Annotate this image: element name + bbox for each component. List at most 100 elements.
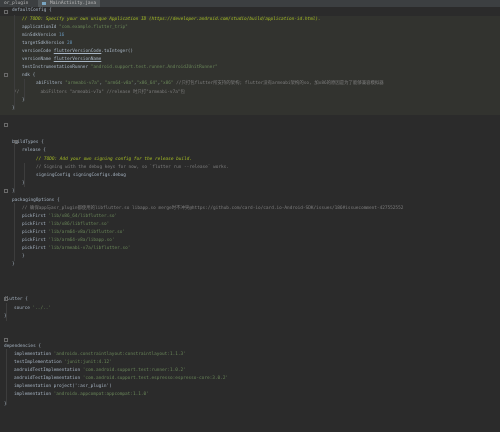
code-line[interactable]: signingConfig signingConfigs.debug <box>36 172 126 180</box>
code-token: // TODO: Add your own signing config for… <box>36 157 192 162</box>
code-line[interactable]: pickFirst 'lib/arm64-v8a/libflutter.so' <box>22 229 125 237</box>
code-line[interactable]: abiFilters "armeabi-v7a", "arm64-v8a","x… <box>36 80 384 88</box>
code-line[interactable]: } <box>12 261 15 269</box>
code-line[interactable]: // TODO: Add your own signing config for… <box>36 156 192 164</box>
code-line[interactable]: androidTestImplementation 'com.android.s… <box>14 367 186 375</box>
code-line[interactable]: implementation 'androidx.appcompat:appco… <box>14 391 149 399</box>
code-line[interactable]: androidTestImplementation 'com.android.s… <box>14 375 228 383</box>
code-token: project(':asr_plugin') <box>53 384 112 389</box>
code-token: pickFirst <box>22 246 49 251</box>
code-line[interactable]: // Signing with the debug keys for now, … <box>36 164 229 172</box>
code-token: signingConfig <box>36 173 74 178</box>
code-line[interactable]: implementation 'androidx.constraintlayou… <box>14 351 186 359</box>
code-token: ndk { <box>22 73 36 78</box>
indent-guide <box>14 143 15 193</box>
code-token: 'androidx.constraintlayout:constraintlay… <box>53 352 186 357</box>
code-token: implementation <box>14 392 54 397</box>
indent-guide <box>14 15 15 110</box>
tab-plugin[interactable]: or_plugin <box>0 0 32 7</box>
code-token: versionCode <box>22 49 54 54</box>
indent-guide <box>14 203 15 261</box>
code-token: // 确保app与asr_plugin都使用的libflutter.so lib… <box>22 206 404 211</box>
code-line[interactable]: defaultConfig { <box>12 7 52 15</box>
code-token: 'androidx.appcompat:appcompat:1.1.0' <box>53 392 149 397</box>
tab-label: MainActivity.java <box>50 1 97 6</box>
code-token: 'lib/x86_64/libflutter.so' <box>48 214 118 219</box>
code-token: defaultConfig { <box>12 8 52 13</box>
code-line[interactable]: source '../..' <box>14 305 51 313</box>
code-token: packagingOptions { <box>12 198 60 203</box>
code-line[interactable]: targetSdkVersion 28 <box>22 40 72 48</box>
code-line[interactable]: // abiFilters "armeabi-v7a" //release 时只… <box>14 89 185 97</box>
code-token: release { <box>22 148 46 153</box>
code-token: pickFirst <box>22 214 49 219</box>
code-line[interactable]: versionCode flutterVersionCode.toInteger… <box>22 48 133 56</box>
code-line[interactable]: // TODO: Specify your own unique Applica… <box>22 16 321 24</box>
code-token: androidTestImplementation <box>14 376 83 381</box>
fold-marker-icon[interactable] <box>4 189 8 193</box>
fold-marker-icon[interactable] <box>4 297 8 301</box>
code-line[interactable]: pickFirst 'lib/arm64-v8a/libapp.so' <box>22 237 115 245</box>
code-token: minSdkVersion <box>22 33 60 38</box>
code-line[interactable]: pickFirst 'lib/x86/libflutter.so' <box>22 221 109 229</box>
code-token: 'lib/x86/libflutter.so' <box>48 222 110 227</box>
code-line[interactable]: pickFirst 'lib/x86_64/libflutter.so' <box>22 213 117 221</box>
code-line[interactable]: pickFirst 'lib/armeabi-v7a/libflutter.so… <box>22 245 130 253</box>
fold-marker-icon[interactable] <box>4 10 8 14</box>
code-token: pickFirst <box>22 222 49 227</box>
code-line[interactable]: release { <box>22 147 46 155</box>
code-token: source <box>14 306 33 311</box>
code-line[interactable]: testImplementation 'junit:junit:4.12' <box>14 359 112 367</box>
indent-guide <box>24 163 25 187</box>
code-token: //只打包flutter所支持的架构; flutter没有armeabi架构的s… <box>173 81 384 86</box>
code-line[interactable]: implementation project(':asr_plugin') <box>14 383 112 391</box>
code-line[interactable]: // 确保app与asr_plugin都使用的libflutter.so lib… <box>22 205 403 213</box>
code-token: abiFilters <box>36 81 66 86</box>
code-token: // TODO: Specify your own unique Applica… <box>22 17 321 22</box>
code-token: testImplementation <box>14 360 65 365</box>
indent-guide <box>6 349 7 405</box>
code-token: 'com.android.support.test.espresso:espre… <box>82 376 229 381</box>
indent-guide <box>24 79 25 101</box>
code-token: .toInteger() <box>101 49 134 54</box>
code-token: 28 <box>66 41 73 46</box>
fold-marker-icon[interactable] <box>4 73 8 77</box>
code-token: applicationId <box>22 25 60 30</box>
code-token: '../..' <box>32 306 52 311</box>
code-token: 'lib/arm64-v8a/libapp.so' <box>48 238 115 243</box>
code-token: pickFirst <box>22 238 49 243</box>
code-token: } <box>22 254 25 259</box>
code-token: 'lib/arm64-v8a/libflutter.so' <box>48 230 126 235</box>
code-token: abiFilters "armeabi-v7a" //release 时只打"a… <box>19 90 185 95</box>
code-line[interactable]: } <box>22 253 25 261</box>
code-line[interactable]: versionName flutterVersionName <box>22 56 101 64</box>
code-token: // Signing with the debug keys for now, … <box>36 165 229 170</box>
code-token: flutterVersionCode <box>53 49 102 54</box>
fold-marker-icon[interactable] <box>4 123 8 127</box>
code-line[interactable]: minSdkVersion 16 <box>22 32 64 40</box>
code-token: androidTestImplementation <box>14 368 83 373</box>
code-line[interactable]: applicationId "com.example.flutter_trip" <box>22 24 128 32</box>
code-token: implementation <box>14 352 54 357</box>
code-editor[interactable]: defaultConfig { // TODO: Specify your own… <box>0 7 500 432</box>
code-line[interactable]: testInstrumentationRunner "android.suppo… <box>22 64 218 72</box>
code-token: flutterVersionName <box>53 57 102 62</box>
fold-marker-icon[interactable] <box>4 338 8 342</box>
code-token: 'com.android.support.test:runner:1.0.2' <box>82 368 186 373</box>
code-token: 'lib/armeabi-v7a/libflutter.so' <box>48 246 131 251</box>
java-file-icon <box>42 2 46 5</box>
code-line[interactable]: packagingOptions { <box>12 197 60 205</box>
tab-main-activity[interactable]: MainActivity.java <box>38 0 101 7</box>
code-token: "x86" <box>160 81 174 86</box>
code-token: "arm64-v8a" <box>104 81 134 86</box>
code-token: "armeabi-v7a" <box>65 81 100 86</box>
code-token: "com.example.flutter_trip" <box>59 25 128 30</box>
code-token: signingConfigs <box>73 173 111 178</box>
code-token: } <box>12 262 15 267</box>
code-line[interactable]: dependencies { <box>4 343 41 351</box>
code-token: dependencies { <box>4 344 42 349</box>
code-token: pickFirst <box>22 230 49 235</box>
code-token: 'junit:junit:4.12' <box>64 360 112 365</box>
code-token: 16 <box>59 33 65 38</box>
indent-guide <box>6 303 7 321</box>
